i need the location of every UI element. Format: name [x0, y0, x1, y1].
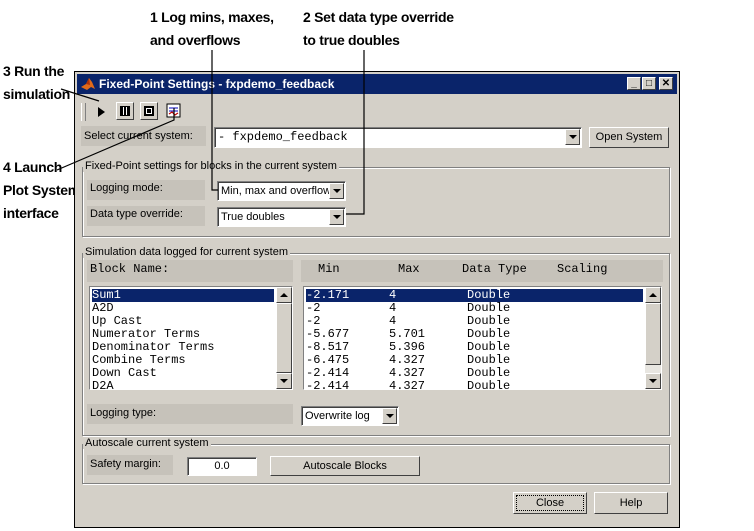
leader-run-simulation — [60, 88, 100, 102]
callout-leaders — [56, 50, 365, 215]
leader-logging-mode — [211, 50, 218, 191]
leader-launch-plot — [56, 108, 175, 171]
leader-data-type-override — [346, 50, 365, 215]
